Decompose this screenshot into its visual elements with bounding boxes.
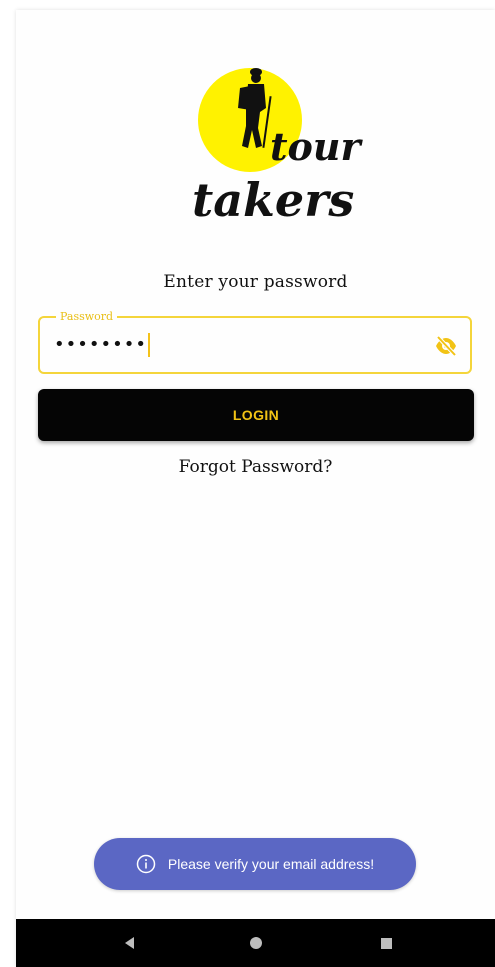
forgot-password-link[interactable]: Forgot Password? bbox=[16, 457, 495, 477]
page-title: Enter your password bbox=[163, 272, 348, 292]
password-input[interactable]: •••••••• bbox=[54, 332, 150, 358]
logo-word-takers: takers bbox=[192, 173, 354, 227]
toast-notification: Please verify your email address! bbox=[94, 838, 416, 890]
password-field[interactable]: Password •••••••• bbox=[38, 310, 472, 374]
info-icon bbox=[136, 854, 156, 874]
text-caret bbox=[147, 333, 150, 357]
system-navigation-bar bbox=[16, 919, 495, 967]
tour-takers-logo: tour takers bbox=[176, 68, 366, 228]
eye-off-icon[interactable] bbox=[434, 334, 458, 358]
home-circle-icon[interactable] bbox=[246, 933, 266, 953]
recents-square-icon[interactable] bbox=[376, 933, 396, 953]
password-value: •••••••• bbox=[54, 334, 147, 355]
password-label: Password bbox=[56, 310, 118, 324]
login-screen: tour takers Enter your password Password… bbox=[16, 10, 495, 967]
toast-message: Please verify your email address! bbox=[167, 856, 375, 872]
back-triangle-icon[interactable] bbox=[120, 933, 140, 953]
login-button[interactable]: LOGIN bbox=[38, 389, 474, 441]
logo-word-tour: tour bbox=[270, 124, 364, 169]
